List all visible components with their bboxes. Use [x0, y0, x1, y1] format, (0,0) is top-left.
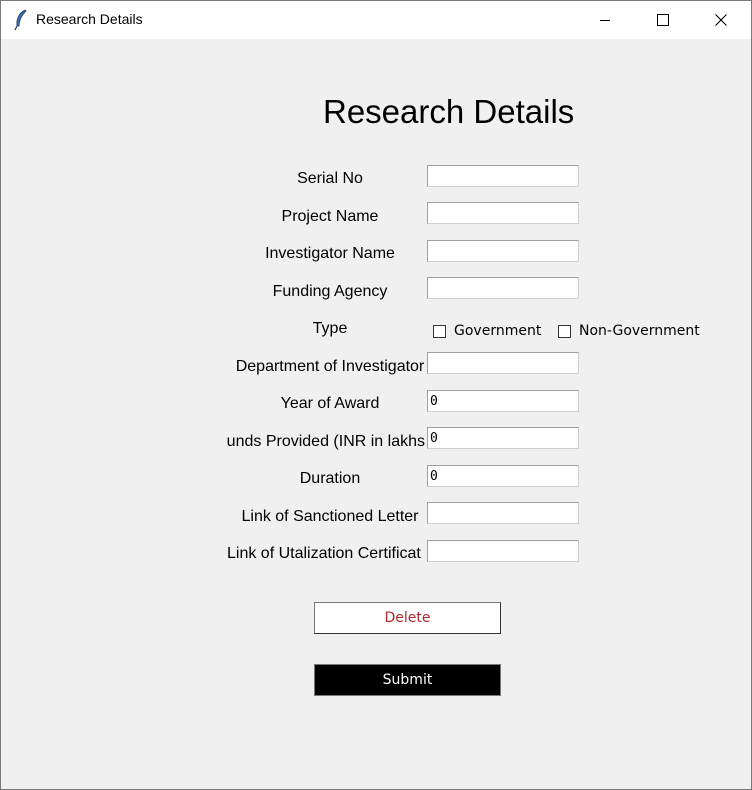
funding-agency-input[interactable] [427, 277, 579, 299]
minimize-button[interactable] [576, 1, 634, 39]
serial-no-label: Serial No [297, 170, 363, 187]
title-bar[interactable]: Research Details [1, 1, 751, 39]
app-window: Research Details Research Details Serial… [0, 0, 752, 790]
non-government-checkbox[interactable]: Non-Government [558, 323, 700, 339]
close-icon [715, 14, 727, 26]
feather-icon [11, 9, 31, 31]
submit-button[interactable]: Submit [314, 664, 501, 696]
funding-agency-label: Funding Agency [272, 283, 388, 300]
government-checkbox[interactable]: Government [433, 323, 541, 339]
utilization-certificate-input[interactable] [427, 540, 579, 562]
funds-provided-label: Funds Provided (INR in lakhs [227, 433, 425, 450]
investigator-name-input[interactable] [427, 240, 579, 262]
checkbox-box[interactable] [558, 324, 571, 338]
duration-label: Duration [299, 470, 361, 487]
year-of-award-input[interactable] [427, 390, 579, 412]
type-label: Type [312, 320, 348, 337]
maximize-button[interactable] [634, 1, 692, 39]
close-button[interactable] [692, 1, 750, 39]
department-input[interactable] [427, 352, 579, 374]
non-government-checkbox-label: Non-Government [579, 323, 700, 339]
department-label: Department of Investigator [235, 358, 425, 375]
delete-button[interactable]: Delete [314, 602, 501, 634]
serial-no-input[interactable] [427, 165, 579, 187]
sanctioned-letter-input[interactable] [427, 502, 579, 524]
project-name-label: Project Name [281, 208, 379, 225]
government-checkbox-label: Government [454, 323, 542, 339]
checkbox-box[interactable] [433, 324, 446, 338]
project-name-input[interactable] [427, 202, 579, 224]
funds-provided-input[interactable] [427, 427, 579, 449]
maximize-icon [657, 14, 669, 26]
utilization-certificate-label: Link of Utalization Certificat [227, 545, 421, 562]
window-title: Research Details [36, 11, 143, 27]
sanctioned-letter-label: Link of Sanctioned Letter [241, 508, 419, 525]
page-title: Research Details [323, 93, 575, 130]
year-of-award-label: Year of Award [280, 395, 380, 412]
duration-input[interactable] [427, 465, 579, 487]
investigator-name-label: Investigator Name [265, 245, 395, 262]
minimize-icon [600, 20, 610, 21]
